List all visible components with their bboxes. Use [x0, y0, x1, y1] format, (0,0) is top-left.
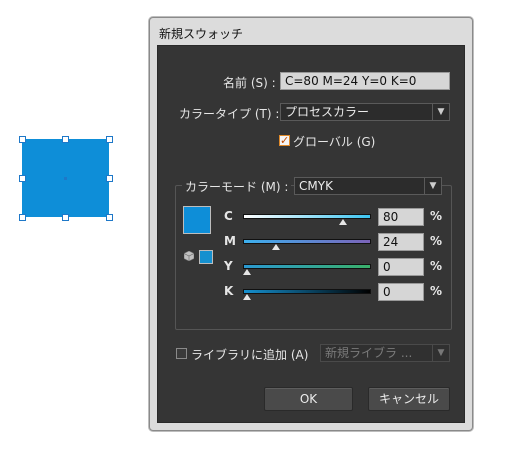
new-swatch-dialog: 新規スウォッチ 名前 (S) : C=80 M=24 Y=0 K=0 カラータイ…	[149, 17, 473, 431]
channel-value-k[interactable]: 0	[378, 283, 424, 301]
resize-handle-bl[interactable]	[19, 214, 26, 221]
slider-thumb-c-icon[interactable]	[339, 219, 347, 225]
percent-unit: %	[430, 209, 443, 223]
color-mode-dropdown[interactable]: CMYK ▼	[294, 177, 442, 195]
resize-handle-mr[interactable]	[106, 175, 113, 182]
channel-value-y[interactable]: 0	[378, 258, 424, 276]
library-dropdown: 新規ライブラ ... ▼	[320, 344, 450, 362]
channel-slider-m[interactable]	[243, 239, 371, 244]
center-point	[64, 177, 67, 180]
percent-unit: %	[430, 259, 443, 273]
slider-thumb-k-icon[interactable]	[243, 294, 251, 300]
slider-thumb-m-icon[interactable]	[271, 244, 280, 250]
channel-slider-k[interactable]	[243, 289, 371, 294]
triangle-down-icon: ▼	[424, 178, 441, 194]
ok-button[interactable]: OK	[264, 387, 353, 411]
library-value: 新規ライブラ ...	[325, 346, 413, 360]
channel-label-k: K	[224, 284, 234, 298]
triangle-down-icon: ▼	[432, 104, 449, 120]
slider-thumb-y-icon[interactable]	[243, 269, 251, 275]
resize-handle-br[interactable]	[106, 214, 113, 221]
name-field[interactable]: C=80 M=24 Y=0 K=0	[280, 72, 450, 90]
color-type-value: プロセスカラー	[285, 105, 370, 119]
resize-handle-bc[interactable]	[62, 214, 69, 221]
channel-slider-c[interactable]	[243, 214, 371, 219]
cube-icon[interactable]	[184, 251, 194, 261]
name-label: 名前 (S) :	[223, 76, 276, 90]
color-type-label: カラータイプ (T) :	[179, 107, 280, 121]
channel-label-c: C	[224, 209, 233, 223]
color-mode-value: CMYK	[299, 179, 333, 193]
cancel-button[interactable]: キャンセル	[368, 387, 450, 411]
add-to-library-label: ライブラリに追加 (A)	[191, 348, 309, 362]
resize-handle-tl[interactable]	[19, 136, 26, 143]
color-mode-label: カラーモード (M) :	[182, 178, 292, 195]
color-preview-swatch	[183, 206, 211, 234]
gamut-swatch[interactable]	[199, 250, 213, 264]
color-type-dropdown[interactable]: プロセスカラー ▼	[280, 103, 450, 121]
global-checkbox[interactable]: ✓	[279, 135, 290, 146]
channel-value-c[interactable]: 80	[378, 208, 424, 226]
percent-unit: %	[430, 284, 443, 298]
percent-unit: %	[430, 234, 443, 248]
resize-handle-tr[interactable]	[106, 136, 113, 143]
resize-handle-tc[interactable]	[62, 136, 69, 143]
resize-handle-ml[interactable]	[19, 175, 26, 182]
dialog-body: 名前 (S) : C=80 M=24 Y=0 K=0 カラータイプ (T) : …	[157, 45, 465, 423]
global-label: グローバル (G)	[293, 135, 376, 149]
channel-slider-y[interactable]	[243, 264, 371, 269]
channel-value-m[interactable]: 24	[378, 233, 424, 251]
channel-label-m: M	[224, 234, 236, 248]
triangle-down-icon: ▼	[432, 345, 449, 361]
add-to-library-checkbox[interactable]	[176, 348, 187, 359]
checkmark-icon: ✓	[280, 134, 290, 147]
dialog-title: 新規スウォッチ	[159, 27, 244, 41]
dialog-titlebar[interactable]: 新規スウォッチ	[150, 18, 472, 45]
channel-label-y: Y	[224, 259, 233, 273]
